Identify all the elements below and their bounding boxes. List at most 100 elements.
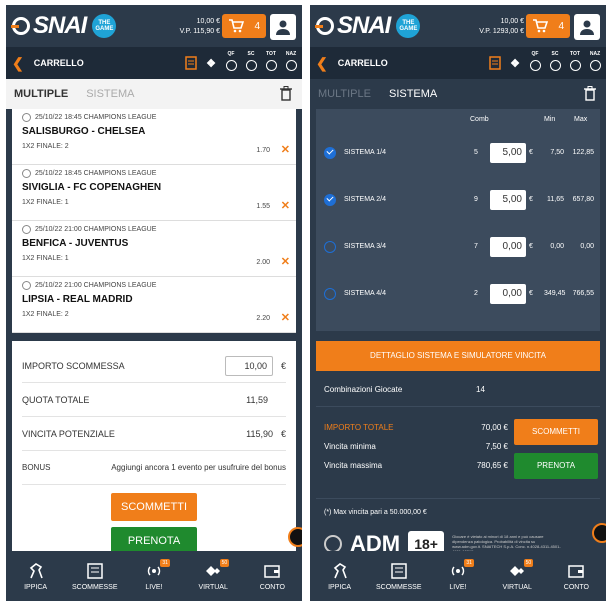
system-checkbox[interactable] bbox=[324, 287, 336, 300]
remove-bet-icon[interactable]: ✕ bbox=[281, 255, 290, 268]
system-stake-input[interactable]: 5,00 bbox=[490, 189, 526, 210]
currency: € bbox=[529, 243, 533, 250]
qf-icon[interactable]: QF bbox=[528, 51, 542, 75]
system-checkbox[interactable] bbox=[324, 193, 336, 206]
system-checkbox[interactable] bbox=[324, 146, 336, 159]
system-comb: 9 bbox=[474, 196, 478, 203]
balance-info: 10,00 € V.P. 1293,00 € bbox=[479, 17, 524, 37]
nav-label: SCOMMESSE bbox=[72, 583, 118, 591]
wallet-icon bbox=[568, 564, 585, 578]
nav-label: IPPICA bbox=[328, 583, 352, 591]
tab-multiple[interactable]: MULTIPLE bbox=[14, 88, 68, 100]
naz-icon[interactable]: NAZ bbox=[588, 51, 602, 75]
qf-icon[interactable]: QF bbox=[224, 51, 238, 75]
totals-block: IMPORTO TOTALE 70,00 € Vincita minima 7,… bbox=[316, 411, 600, 499]
receipt-icon[interactable] bbox=[184, 51, 198, 75]
casino-chip-icon[interactable] bbox=[288, 527, 302, 547]
receipt-icon[interactable] bbox=[488, 51, 502, 75]
naz-icon[interactable]: NAZ bbox=[284, 51, 298, 75]
sc-icon[interactable]: SC bbox=[244, 51, 258, 75]
currency: € bbox=[529, 196, 533, 203]
scommetti-button[interactable]: SCOMMETTI bbox=[514, 419, 598, 445]
nav-live[interactable]: 31 LIVE! bbox=[129, 558, 179, 591]
nav-label: CONTO bbox=[259, 583, 285, 591]
sc-icon[interactable]: SC bbox=[548, 51, 562, 75]
user-button[interactable] bbox=[574, 14, 600, 40]
system-table-header: Comb Min Max bbox=[316, 109, 600, 129]
bet-odd: 1.55 bbox=[256, 203, 270, 210]
soccer-ball-icon bbox=[22, 169, 31, 178]
nav-conto[interactable]: CONTO bbox=[247, 562, 297, 591]
system-detail-button[interactable]: DETTAGLIO SISTEMA E SIMULATORE VINCITA bbox=[316, 341, 600, 371]
nav-scommesse[interactable]: SCOMMESSE bbox=[374, 562, 424, 591]
system-row: SISTEMA 1/4 5 5,00 € 7,50 122,85 bbox=[316, 129, 600, 176]
back-arrow-icon[interactable]: ❮ bbox=[12, 55, 24, 72]
tot-gauge-icon bbox=[569, 60, 581, 71]
currency: € bbox=[529, 149, 533, 156]
back-arrow-icon[interactable]: ❮ bbox=[316, 55, 328, 72]
cart-bar: ❮ CARRELLO ❖ QF SC TOT NAZ bbox=[310, 47, 606, 79]
nav-label: SCOMMESSE bbox=[376, 583, 422, 591]
system-stake-input[interactable]: 0,00 bbox=[490, 283, 526, 304]
tab-sistema[interactable]: SISTEMA bbox=[389, 88, 437, 100]
system-min: 11,65 bbox=[547, 196, 564, 203]
coupon-icon bbox=[87, 562, 103, 579]
system-checkbox[interactable] bbox=[324, 240, 336, 253]
tot-label: TOT bbox=[570, 51, 580, 57]
bonus-row: BONUS Aggiungi ancora 1 evento per usufru… bbox=[22, 451, 286, 485]
trash-icon[interactable] bbox=[280, 86, 292, 101]
nav-virtual[interactable]: 50 VIRTUAL bbox=[188, 558, 238, 591]
prenota-button[interactable]: PRENOTA bbox=[514, 453, 598, 479]
remove-bet-icon[interactable]: ✕ bbox=[281, 311, 290, 324]
cart-title: CARRELLO bbox=[337, 58, 388, 68]
remove-bet-icon[interactable]: ✕ bbox=[281, 199, 290, 212]
max-win-note: (*) Max vincita pari a 50.000,00 € bbox=[324, 509, 427, 516]
nav-virtual[interactable]: 50 VIRTUAL bbox=[492, 558, 542, 591]
qf-label: QF bbox=[227, 51, 235, 57]
stake-label: IMPORTO SCOMMESSA bbox=[22, 360, 125, 371]
system-min: 0,00 bbox=[550, 243, 564, 250]
top-header: SNAI THE GAME 10,00 € V.P. 1293,00 € 4 bbox=[310, 5, 606, 47]
ticket-icon[interactable]: ❖ bbox=[204, 51, 218, 75]
currency: € bbox=[280, 360, 286, 371]
nav-conto[interactable]: CONTO bbox=[551, 562, 601, 591]
stake-input[interactable]: 10,00 bbox=[224, 355, 273, 376]
system-name: SISTEMA 4/4 bbox=[344, 290, 387, 297]
nav-label: LIVE! bbox=[449, 583, 467, 591]
ticket-icon[interactable]: ❖ bbox=[508, 51, 522, 75]
cart-icon bbox=[533, 19, 548, 33]
bet-match: SALISBURGO - CHELSEA bbox=[22, 126, 146, 137]
cart-button[interactable]: 4 bbox=[222, 14, 266, 38]
sc-gauge-icon bbox=[549, 60, 561, 71]
tot-icon[interactable]: TOT bbox=[568, 51, 582, 75]
nav-label: VIRTUAL bbox=[198, 583, 228, 591]
user-button[interactable] bbox=[270, 14, 296, 40]
system-stake-input[interactable]: 0,00 bbox=[490, 236, 526, 257]
snai-logo[interactable]: SNAI bbox=[315, 12, 391, 40]
nav-ippica[interactable]: IPPICA bbox=[11, 562, 61, 591]
bet-meta: 25/10/22 21:00 CHAMPIONS LEAGUE bbox=[35, 226, 157, 233]
cart-button[interactable]: 4 bbox=[526, 14, 570, 38]
nav-live[interactable]: 31 LIVE! bbox=[433, 558, 483, 591]
thegame-logo[interactable]: THE GAME bbox=[92, 14, 117, 38]
casino-chip-icon[interactable] bbox=[592, 523, 606, 543]
system-stake-input[interactable]: 5,00 bbox=[490, 142, 526, 163]
system-max: 122,85 bbox=[572, 149, 594, 156]
logo-ring-icon bbox=[315, 17, 334, 35]
remove-bet-icon[interactable]: ✕ bbox=[281, 143, 290, 156]
system-max: 0,00 bbox=[580, 243, 594, 250]
sc-gauge-icon bbox=[245, 60, 257, 71]
logo-text: SNAI bbox=[337, 12, 391, 39]
bottom-nav: IPPICA SCOMMESSE 31 LIVE! 50 VIRTUAL CONTO bbox=[6, 551, 302, 601]
cart-tools: ❖ QF SC TOT NAZ bbox=[184, 51, 298, 75]
sc-label: SC bbox=[551, 51, 559, 57]
nav-ippica[interactable]: IPPICA bbox=[315, 562, 365, 591]
scommetti-button[interactable]: SCOMMETTI bbox=[111, 493, 197, 521]
nav-scommesse[interactable]: SCOMMESSE bbox=[70, 562, 120, 591]
tab-multiple[interactable]: MULTIPLE bbox=[318, 88, 371, 100]
tab-sistema[interactable]: SISTEMA bbox=[86, 88, 134, 100]
trash-icon[interactable] bbox=[584, 86, 596, 101]
tot-icon[interactable]: TOT bbox=[264, 51, 278, 75]
snai-logo[interactable]: SNAI bbox=[11, 12, 87, 40]
thegame-logo[interactable]: THE GAME bbox=[396, 14, 421, 38]
